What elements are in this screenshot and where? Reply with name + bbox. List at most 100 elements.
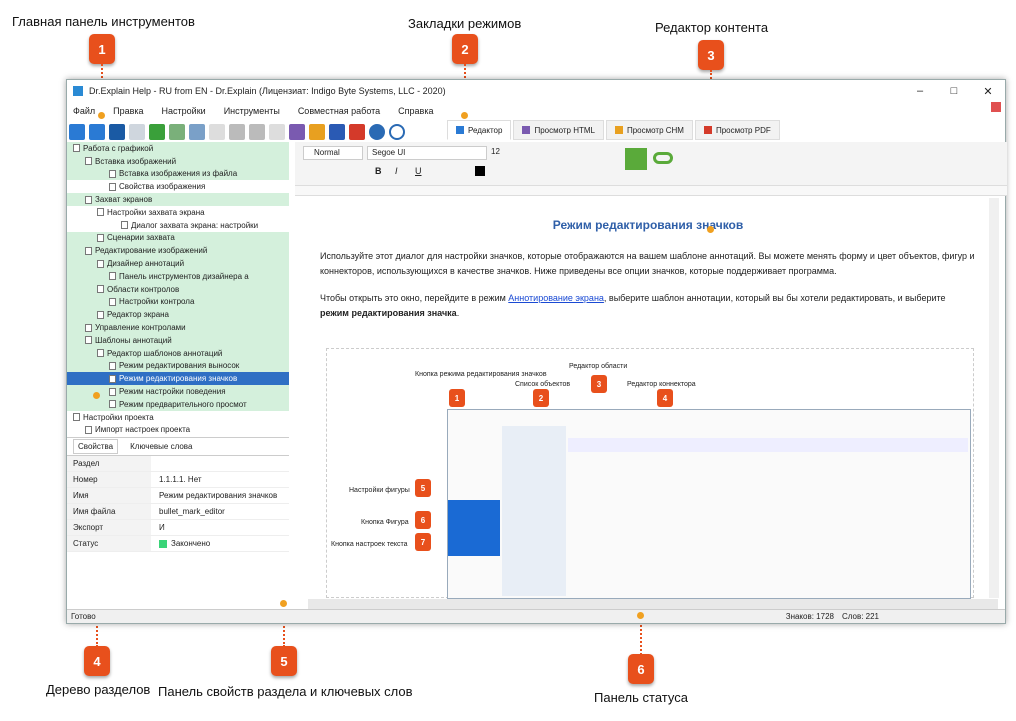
maximize-icon[interactable]: □ xyxy=(937,85,971,98)
tab-editor[interactable]: Редактор xyxy=(447,120,512,140)
undo-icon[interactable] xyxy=(209,124,225,140)
italic-icon[interactable]: I xyxy=(395,166,398,176)
anchor-dot-2 xyxy=(461,112,468,119)
tab-html-preview[interactable]: Просмотр HTML xyxy=(513,120,604,140)
tree-item[interactable]: Сценарии захвата xyxy=(67,231,289,245)
tree-item[interactable]: Диалог захвата экрана: настройки xyxy=(67,219,289,232)
paragraph-intro: Используйте этот диалог для настройки зн… xyxy=(320,251,975,276)
format-toolbar: Normal Segoe UI 12 B I U xyxy=(295,142,1007,186)
copy-icon[interactable] xyxy=(249,124,265,140)
prop-value[interactable]: Режим редактирования значков xyxy=(151,491,277,500)
insert-link-icon[interactable] xyxy=(653,152,673,164)
status-color-icon xyxy=(159,539,167,548)
underline-icon[interactable]: U xyxy=(415,166,422,176)
embedded-shape-bar xyxy=(568,438,968,452)
menu-help[interactable]: Справка xyxy=(398,106,433,116)
help-icon[interactable] xyxy=(389,124,405,140)
open-icon[interactable] xyxy=(89,124,105,140)
prop-value[interactable]: Закончено xyxy=(171,539,210,548)
minimize-icon[interactable]: – xyxy=(903,85,937,98)
annotation-link[interactable]: Аннотирование экрана xyxy=(508,293,604,303)
page-icon xyxy=(97,208,104,217)
tree-item[interactable]: Настройки захвата экрана xyxy=(67,206,289,219)
tab-chm-preview[interactable]: Просмотр CHM xyxy=(605,120,693,140)
screen-capture-icon[interactable] xyxy=(189,124,205,140)
cut-icon[interactable] xyxy=(229,124,245,140)
embedded-screenshot[interactable]: 1 Кнопка режима редактирования значков 2… xyxy=(326,348,974,599)
export-chm-icon[interactable] xyxy=(309,124,325,140)
insert-image-icon[interactable] xyxy=(625,148,647,170)
export-html-icon[interactable] xyxy=(289,124,305,140)
tab-keywords[interactable]: Ключевые слова xyxy=(130,442,192,451)
callout-marker-2: 2 xyxy=(452,34,478,64)
tree-item[interactable]: Режим предварительного просмот xyxy=(67,397,289,411)
tree-item[interactable]: Свойства изображения xyxy=(67,180,289,193)
tree-item[interactable]: Вставка изображения из файла xyxy=(67,167,289,181)
tree-item[interactable]: Вставка изображений xyxy=(67,154,289,168)
editor-vertical-scrollbar[interactable] xyxy=(989,198,999,598)
text-color-icon[interactable] xyxy=(475,166,485,176)
tree-item[interactable]: Дизайнер аннотаций xyxy=(67,257,289,270)
menu-file[interactable]: Файл xyxy=(73,106,95,116)
tree-item[interactable]: Работа с графикой xyxy=(67,142,289,155)
prop-key: Номер xyxy=(67,472,151,487)
tree-item[interactable]: Редактор экрана xyxy=(67,308,289,322)
tree-item[interactable]: Шаблоны аннотаций xyxy=(67,333,289,347)
tab-properties[interactable]: Свойства xyxy=(73,439,119,454)
tree-item[interactable]: Режим настройки поведения xyxy=(67,385,289,398)
export-word-icon[interactable] xyxy=(329,124,345,140)
page-icon xyxy=(97,310,104,319)
close-icon[interactable]: ✕ xyxy=(971,85,1005,98)
menu-edit[interactable]: Правка xyxy=(113,106,143,116)
page-icon xyxy=(109,182,116,191)
page-icon xyxy=(109,272,116,281)
prop-value[interactable]: bullet_mark_editor xyxy=(151,507,225,516)
content-editor[interactable]: Режим редактирования значков Используйте… xyxy=(308,198,988,602)
cloud-download-icon[interactable] xyxy=(149,124,165,140)
tree-item-label: Редактор шаблонов аннотаций xyxy=(107,348,223,358)
tree-item[interactable]: Режим редактирования значков xyxy=(67,372,289,386)
callout-label-status-bar: Панель статуса xyxy=(594,690,688,705)
page-icon xyxy=(109,374,116,383)
ruler xyxy=(295,186,1007,196)
prop-value[interactable]: 1.1.1.1. Нет xyxy=(151,475,202,484)
editor-horizontal-scrollbar[interactable] xyxy=(308,599,998,609)
tree-item[interactable]: Управление контролами xyxy=(67,321,289,334)
settings-gear-icon[interactable] xyxy=(369,124,385,140)
bold-icon[interactable]: B xyxy=(375,166,382,176)
add-topic-icon[interactable] xyxy=(169,124,185,140)
menu-collab[interactable]: Совместная работа xyxy=(298,106,380,116)
tree-item[interactable]: Панель инструментов дизайнера а xyxy=(67,269,289,283)
tree-item[interactable]: Редактор шаблонов аннотаций xyxy=(67,346,289,360)
font-size-select[interactable]: 12 xyxy=(491,146,511,160)
new-project-icon[interactable] xyxy=(69,124,85,140)
save-icon[interactable] xyxy=(109,124,125,140)
menu-tools[interactable]: Инструменты xyxy=(224,106,280,116)
tree-item[interactable]: Области контролов xyxy=(67,282,289,296)
tab-pdf-preview[interactable]: Просмотр PDF xyxy=(694,120,780,140)
tree-item[interactable]: Редактирование изображений xyxy=(67,244,289,258)
style-select[interactable]: Normal xyxy=(303,146,363,160)
prop-value[interactable]: И xyxy=(151,523,165,532)
font-select[interactable]: Segoe UI xyxy=(367,146,487,160)
callout-marker-6: 6 xyxy=(628,654,654,684)
page-icon xyxy=(97,233,104,242)
page-icon xyxy=(97,349,104,358)
cloud-upload-icon[interactable] xyxy=(129,124,145,140)
tree-item[interactable]: Режим редактирования выносок xyxy=(67,359,289,373)
tree-item[interactable]: Импорт настроек проекта xyxy=(67,424,289,437)
tree-item-label: Диалог захвата экрана: настройки xyxy=(131,220,259,230)
close-project-icon[interactable] xyxy=(991,102,1001,112)
tree-item[interactable]: Захват экранов xyxy=(67,193,289,206)
export-pdf-icon[interactable] xyxy=(349,124,365,140)
tree-item-label: Панель инструментов дизайнера а xyxy=(119,271,249,281)
inner-marker-3: 3 xyxy=(591,375,607,393)
tree-item[interactable]: Настройки проекта xyxy=(67,411,289,424)
tree-item[interactable]: Настройки контрола xyxy=(67,295,289,309)
tree-item-label: Режим редактирования выносок xyxy=(119,361,240,371)
menu-settings[interactable]: Настройки xyxy=(162,106,206,116)
howto-text-b: , выберите шаблон аннотации, который вы … xyxy=(603,293,946,303)
tree-item-label: Работа с графикой xyxy=(83,143,154,153)
paste-icon[interactable] xyxy=(269,124,285,140)
inner-label-5: Настройки фигуры xyxy=(349,487,410,494)
